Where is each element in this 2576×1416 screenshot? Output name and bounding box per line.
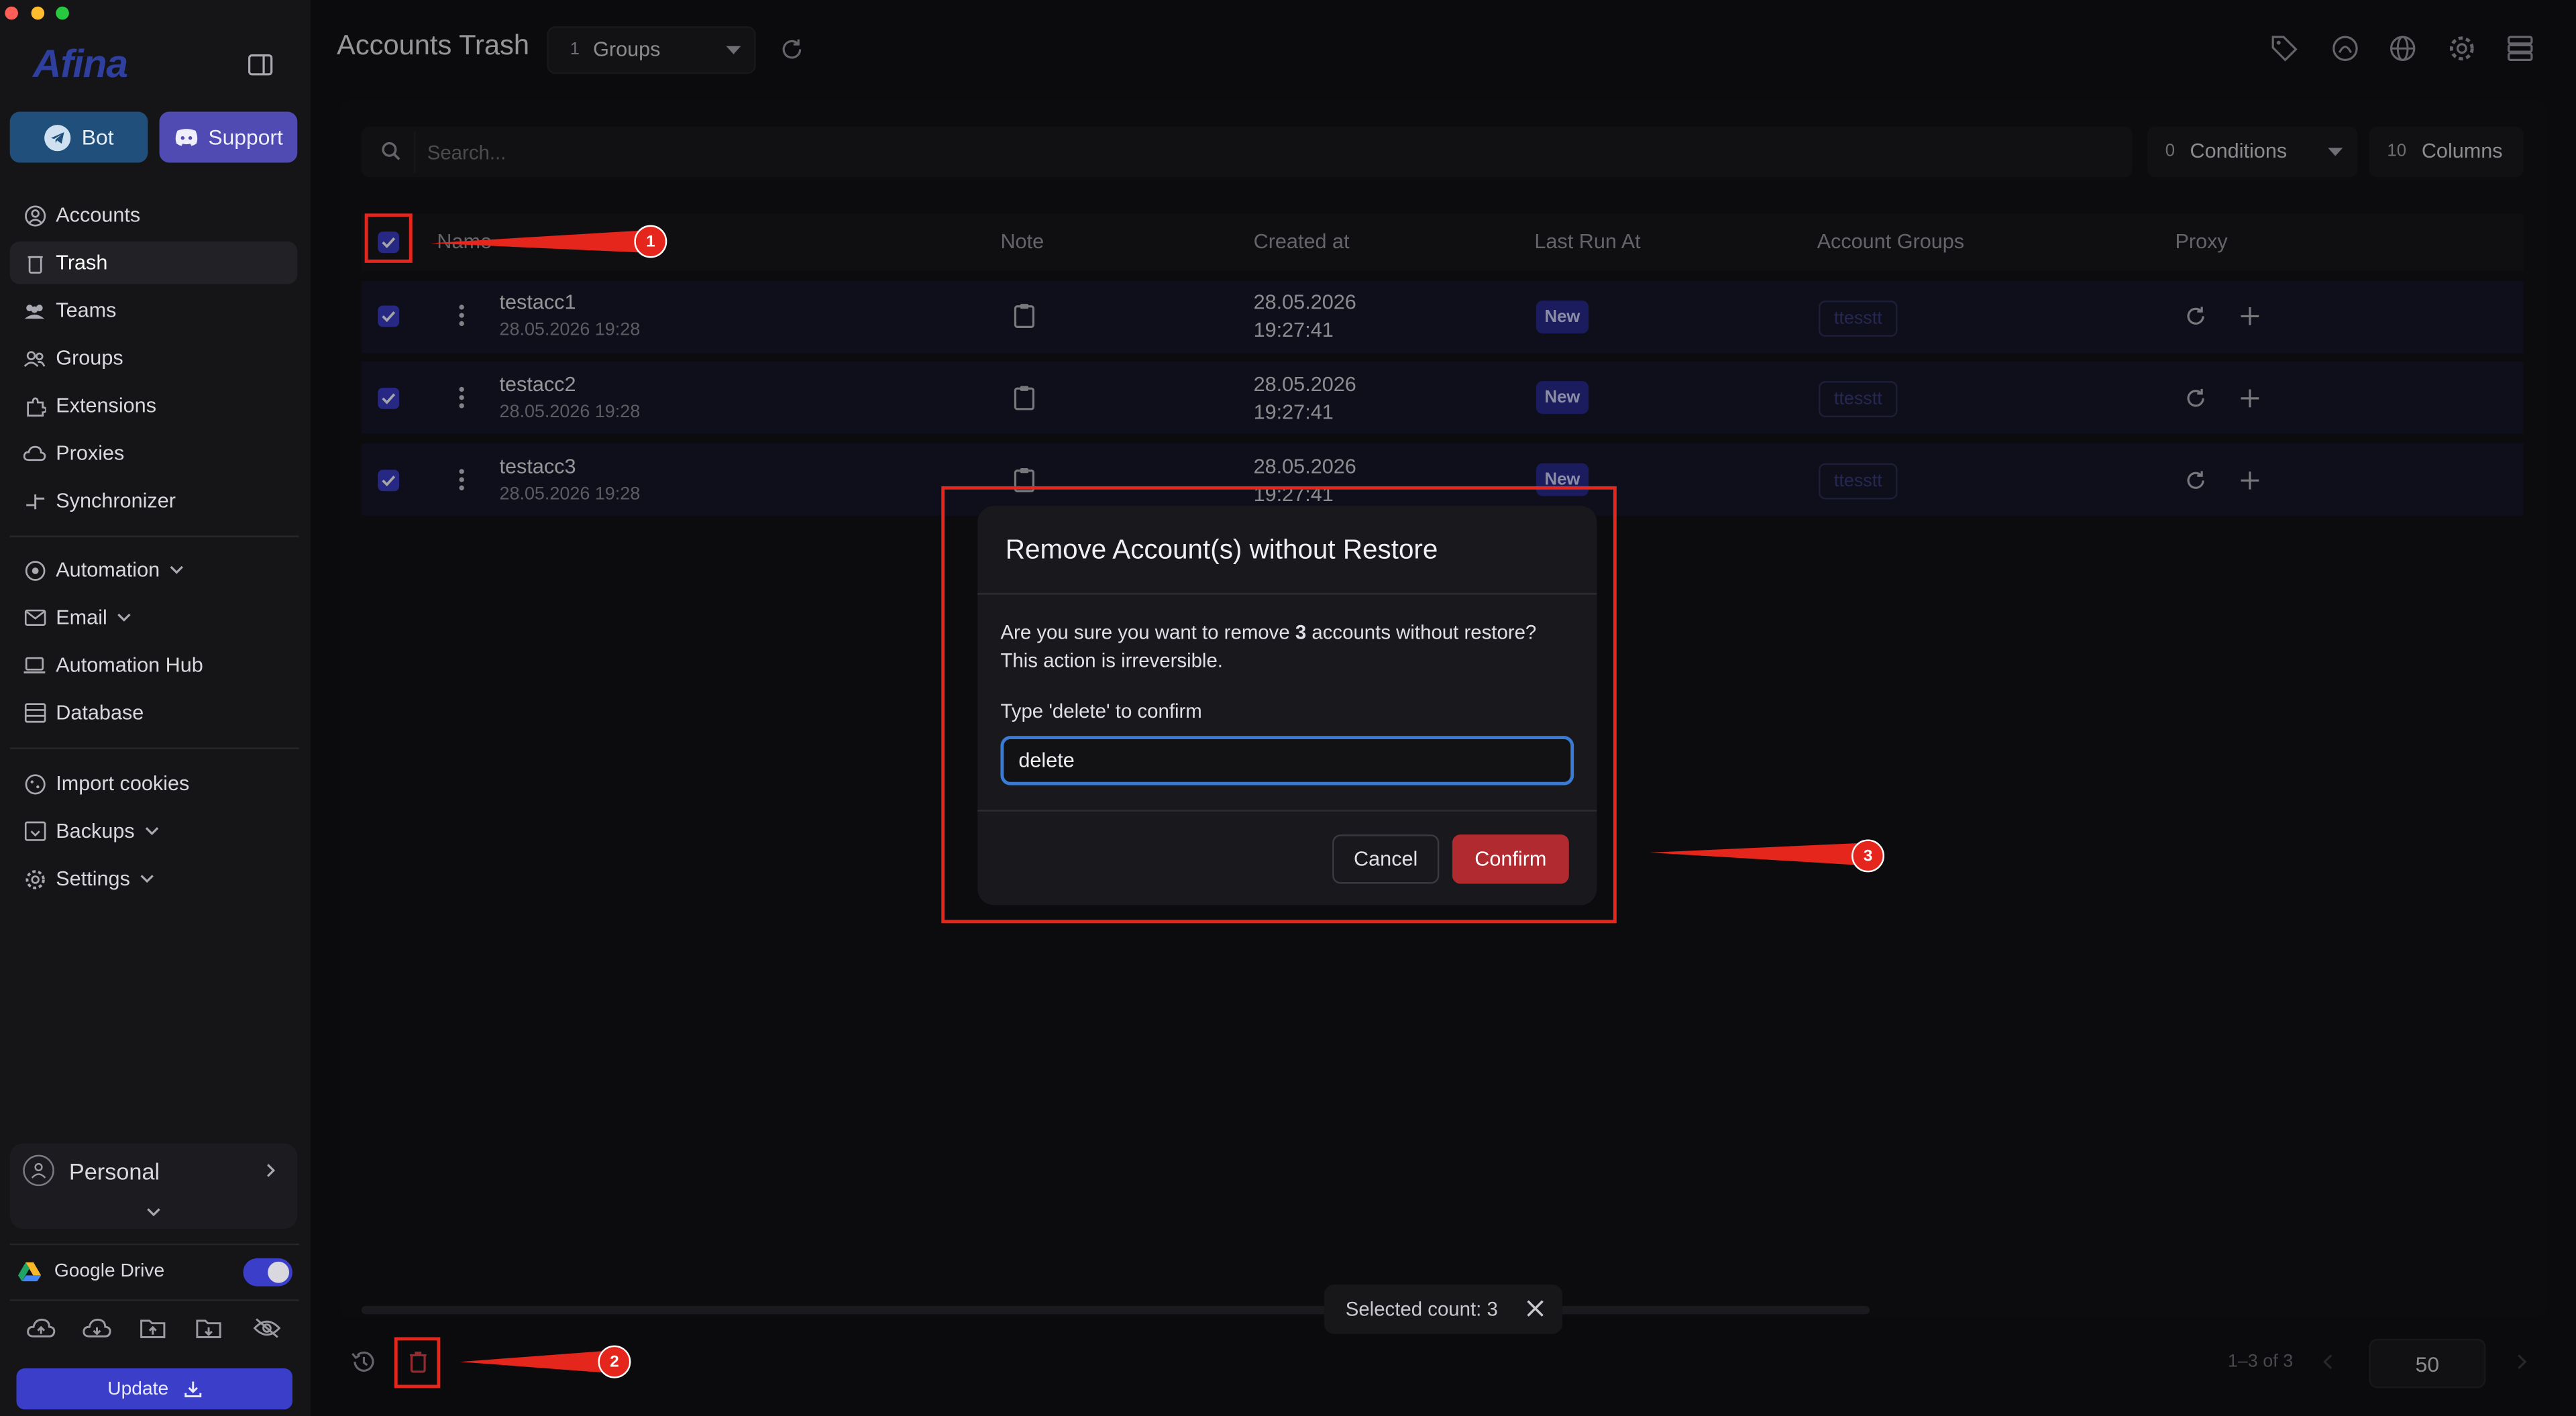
annotation-arrow-3 [1649,842,1868,866]
annotation-marker-2: 2 [598,1345,631,1378]
annotation-marker-3: 3 [1851,839,1885,873]
annotation-marker-1: 1 [634,225,667,258]
annotation-box-dialog [941,486,1617,924]
annotation-box-checkbox [364,213,413,263]
annotation-arrow-2 [460,1350,613,1374]
annotation-box-trash [394,1337,441,1388]
annotation-arrow-1 [430,229,651,254]
